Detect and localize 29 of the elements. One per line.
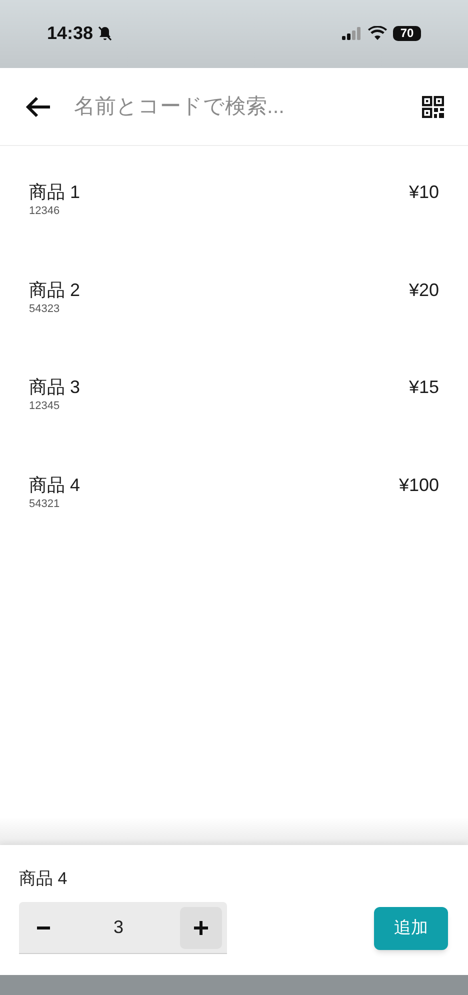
product-name: 商品 2 [29,278,80,302]
signal-icon [342,26,362,40]
product-code: 54323 [29,302,61,316]
product-code: 12345 [29,399,61,413]
battery-level: 70 [393,26,421,40]
product-price: ¥15 [408,376,439,399]
selected-product-name: 商品 4 [19,868,68,890]
product-row[interactable]: 商品 3 12345 ¥15 [29,375,439,472]
plus-icon [194,920,208,934]
product-code: 54321 [29,496,61,510]
product-name: 商品 1 [29,181,80,204]
back-arrow-icon[interactable] [24,94,52,118]
product-price: ¥10 [408,181,439,204]
plus-button[interactable] [180,906,222,948]
search-field[interactable]: 名前とコードで検索... [74,90,400,122]
product-price: ¥20 [408,278,439,302]
product-row[interactable]: 商品 2 54323 ¥20 [29,278,439,375]
quantity-stepper[interactable]: 3 [19,902,227,954]
product-name: 商品 3 [29,376,80,399]
qr-code-icon[interactable] [422,96,444,118]
product-name: 商品 4 [29,474,80,496]
product-price: ¥100 [398,474,439,496]
product-row[interactable]: 商品 4 54321 ¥100 [29,472,439,570]
bell-slash-icon [97,25,114,41]
wifi-icon [368,26,387,40]
quantity-value: 3 [112,916,124,939]
status-time: 14:38 [47,22,94,44]
product-code: 12346 [29,204,61,218]
product-row[interactable]: 商品 1 12346 ¥10 [29,180,439,278]
